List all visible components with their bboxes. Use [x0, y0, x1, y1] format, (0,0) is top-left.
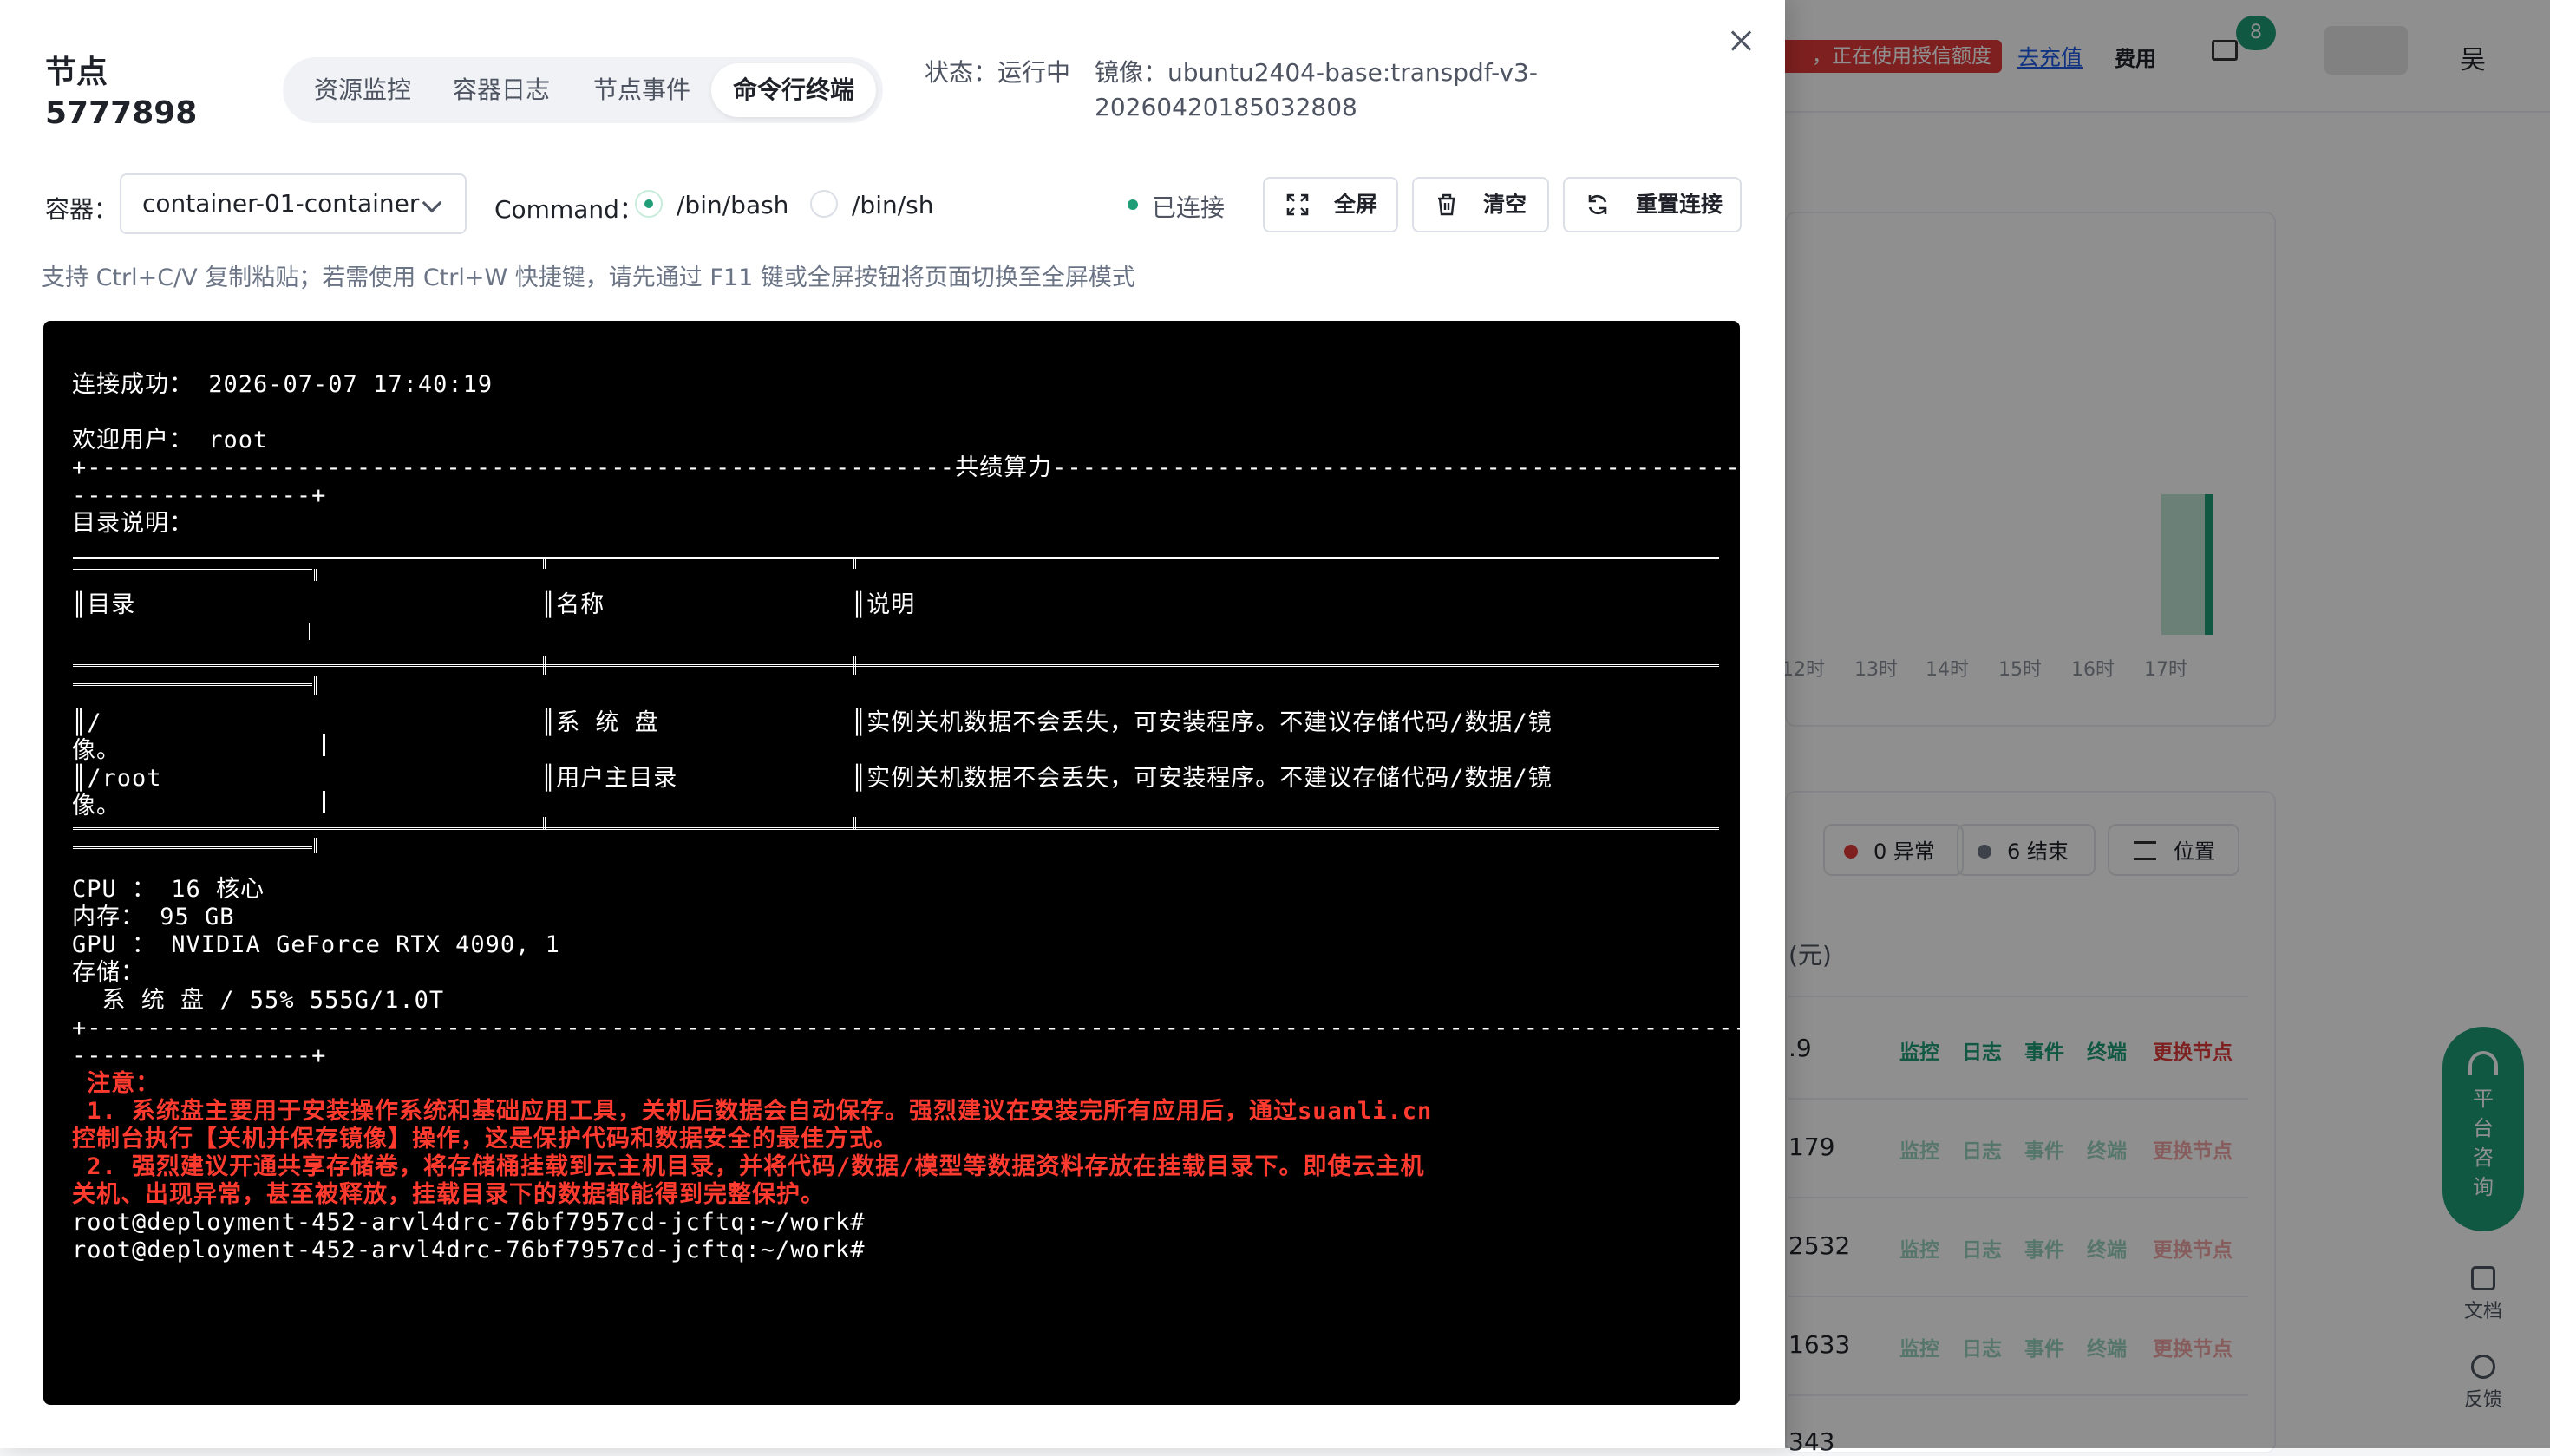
- terminal-notice: 注意：: [72, 1070, 160, 1097]
- table-border: [314, 838, 317, 853]
- table-border: [314, 569, 317, 581]
- connected-dot-icon: [1128, 199, 1138, 210]
- table-border: [73, 827, 1719, 830]
- terminal-notice: 2. 强烈建议开通共享存储卷，将存储桶挂载到云主机目录，并将代码/数据/模型等数…: [72, 1153, 1425, 1180]
- terminal-notice: 关机、出现异常，甚至被释放，挂载目录下的数据都能得到完整保护。: [72, 1181, 825, 1208]
- terminal-line: ----------------+: [72, 482, 327, 509]
- fullscreen-label: 全屏: [1334, 192, 1378, 217]
- tab-terminal[interactable]: 命令行终端: [711, 63, 876, 117]
- clear-label: 清空: [1483, 192, 1527, 217]
- table-cell: ║实例关机数据不会丢失，可安装程序。不建议存储代码/数据/镜: [852, 709, 1553, 736]
- terminal-line: 系 统 盘 / 55% 555G/1.0T: [72, 987, 445, 1014]
- table-header-desc: ║说明: [852, 591, 916, 618]
- terminal-line: 存储：: [72, 959, 145, 986]
- modal-overlay[interactable]: [1785, 0, 2550, 1448]
- table-border: [543, 656, 546, 675]
- terminal-line: CPU ： 16 核心: [72, 876, 265, 903]
- table-border: [853, 817, 856, 829]
- fullscreen-icon: [1286, 193, 1309, 216]
- shortcut-hint: 支持 Ctrl+C/V 复制粘贴；若需使用 Ctrl+W 快捷键，请先通过 F1…: [42, 264, 1135, 291]
- table-border: [853, 656, 856, 675]
- table-border: [543, 557, 546, 569]
- terminal-line: +---------------------------------------…: [72, 1015, 1740, 1041]
- terminal-line: 内存： 95 GB: [72, 904, 235, 930]
- terminal-screen[interactable]: 连接成功： 2026-07-07 17:40:19 欢迎用户： root +--…: [43, 321, 1740, 1405]
- table-border: [73, 569, 312, 571]
- table-header-name: ║名称: [541, 591, 605, 618]
- table-cell: ║实例关机数据不会丢失，可安装程序。不建议存储代码/数据/镜: [852, 765, 1553, 792]
- terminal-notice: 1. 系统盘主要用于安装操作系统和基础应用工具，关机后数据会自动保存。强烈建议在…: [72, 1098, 1433, 1125]
- radio-bash-label[interactable]: /bin/bash: [677, 191, 788, 219]
- table-border: [73, 846, 312, 849]
- terminal-line: +---------------------------------------…: [72, 454, 1740, 481]
- container-label: 容器：: [45, 195, 119, 224]
- terminal-line: 目录说明：: [72, 510, 193, 537]
- radio-bash[interactable]: [635, 190, 663, 218]
- table-header-dir: ║目录: [72, 591, 136, 618]
- trash-icon: [1438, 193, 1455, 216]
- table-border: [323, 734, 325, 756]
- tab-container-logs[interactable]: 容器日志: [432, 63, 571, 117]
- terminal-line: 欢迎用户： root: [72, 427, 269, 454]
- tab-node-events[interactable]: 节点事件: [572, 63, 711, 117]
- command-label: Command：: [494, 195, 644, 224]
- table-border: [314, 676, 317, 695]
- terminal-prompt: root@deployment-452-arvl4drc-76bf7957cd-…: [72, 1237, 866, 1263]
- terminal-line: GPU ： NVIDIA GeForce RTX 4090, 1: [72, 931, 560, 958]
- table-border: [73, 557, 1719, 559]
- table-cell: ║系 统 盘: [541, 709, 659, 736]
- clear-button[interactable]: 清空: [1412, 177, 1549, 232]
- image-info: 镜像：ubuntu2404-base:transpdf-v3-202604201…: [1095, 58, 1538, 121]
- close-icon[interactable]: [1726, 26, 1757, 57]
- terminal-prompt: root@deployment-452-arvl4drc-76bf7957cd-…: [72, 1209, 866, 1236]
- table-border: [73, 683, 312, 686]
- connection-status: 已连接: [1152, 193, 1226, 222]
- tab-bar: 资源监控 容器日志 节点事件 命令行终端: [283, 57, 883, 123]
- node-id: 5777898: [45, 95, 198, 131]
- fullscreen-button[interactable]: 全屏: [1263, 177, 1398, 232]
- table-border: [543, 817, 546, 829]
- tab-resource-monitor[interactable]: 资源监控: [293, 63, 432, 117]
- table-cell: ║用户主目录: [541, 765, 678, 792]
- radio-sh[interactable]: [810, 190, 838, 218]
- drawer-title: 节点: [45, 55, 108, 90]
- table-border: [323, 791, 325, 813]
- node-status: 状态：运行中: [925, 58, 1071, 87]
- table-border: [853, 557, 856, 569]
- table-cell: 像。: [72, 793, 121, 819]
- container-select-value: container-01-container: [142, 189, 420, 218]
- table-cell: ║/: [72, 709, 102, 736]
- table-cell: 像。: [72, 737, 121, 764]
- radio-sh-label[interactable]: /bin/sh: [852, 191, 934, 219]
- reconnect-label: 重置连接: [1636, 192, 1723, 217]
- reconnect-button[interactable]: 重置连接: [1563, 177, 1742, 232]
- node-drawer: 节点 5777898 资源监控 容器日志 节点事件 命令行终端 状态：运行中 镜…: [0, 0, 1785, 1448]
- chevron-down-icon: [422, 193, 442, 213]
- terminal-notice: 控制台执行【关机并保存镜像】操作，这是保护代码和数据安全的最佳方式。: [72, 1126, 898, 1152]
- refresh-icon: [1588, 194, 1607, 215]
- terminal-line: 连接成功： 2026-07-07 17:40:19: [72, 371, 494, 398]
- table-border: [73, 664, 1719, 667]
- terminal-line: ----------------+: [72, 1042, 327, 1069]
- table-cell: ║/root: [72, 765, 162, 792]
- container-select[interactable]: container-01-container: [120, 173, 467, 234]
- table-border: [309, 623, 311, 640]
